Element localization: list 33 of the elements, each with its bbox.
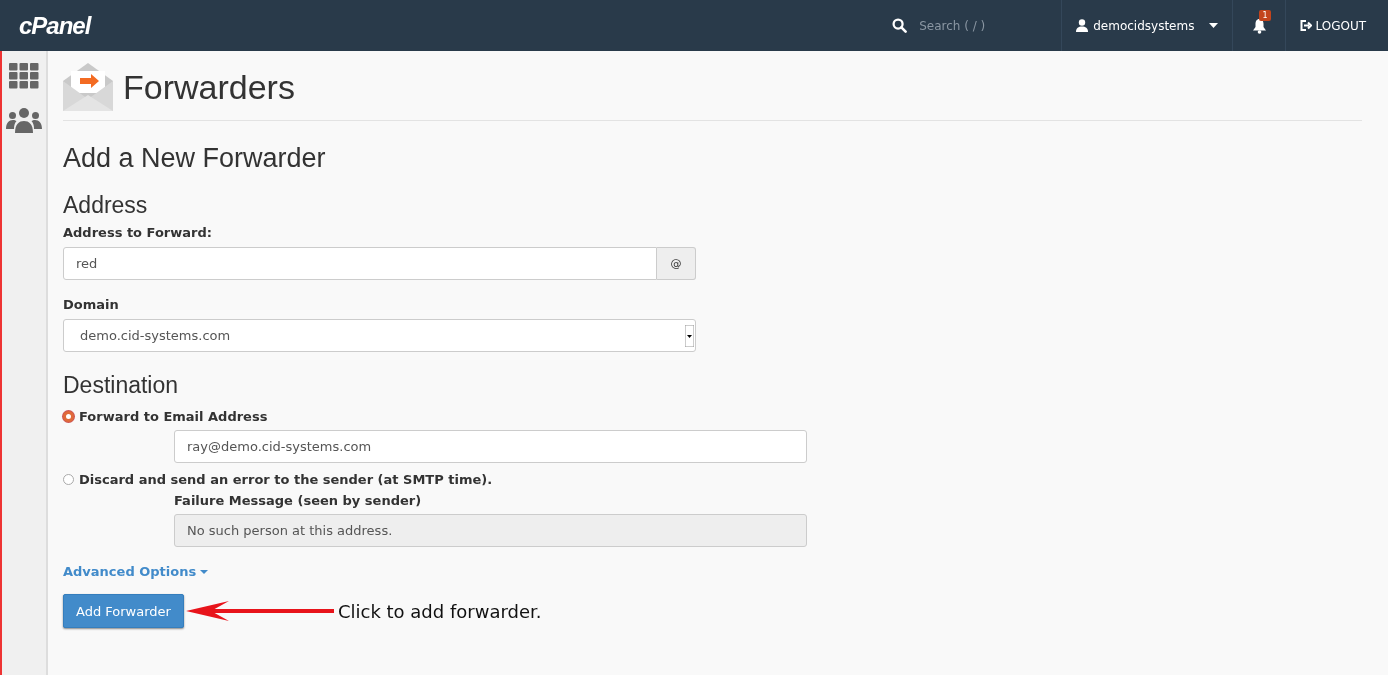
add-forwarder-button[interactable]: Add Forwarder	[63, 594, 184, 628]
field-label: Domain	[63, 297, 119, 312]
notification-badge: 1	[1259, 10, 1271, 21]
radio-button[interactable]	[63, 411, 74, 422]
grid-icon[interactable]	[9, 63, 39, 89]
radio-label: Discard and send an error to the sender (at SMTP time).	[79, 472, 493, 487]
username: democidsystems	[1093, 18, 1195, 33]
caret-icon	[685, 324, 694, 347]
user-icon	[1076, 19, 1089, 32]
at-addon: @	[657, 247, 696, 280]
domain-select[interactable]: demo.cid-systems.com	[63, 319, 696, 352]
logo[interactable]: cPanel	[19, 11, 91, 40]
email-input[interactable]: ray@demo.cid-systems.com	[174, 430, 807, 463]
search-field[interactable]: Search ( / )	[917, 17, 1042, 34]
envelope-icon	[63, 63, 113, 111]
logout-icon	[1300, 20, 1313, 31]
annotation-text: Click to add forwarder.	[337, 600, 542, 622]
field-label: Failure Message (seen by sender)	[174, 493, 423, 508]
logout-button[interactable]: LOGOUT	[1286, 18, 1388, 33]
radio-button[interactable]	[63, 474, 74, 485]
page-title: Forwarders	[123, 67, 295, 107]
caret-icon	[1209, 23, 1219, 28]
user-menu[interactable]: democidsystems	[1061, 0, 1234, 51]
address-heading: Address	[63, 192, 148, 219]
users-icon[interactable]	[6, 107, 42, 133]
caret-icon	[200, 569, 209, 574]
search-icon	[892, 18, 908, 33]
field-label: Address to Forward:	[63, 225, 212, 240]
address-input[interactable]: red	[63, 247, 657, 280]
section-heading: Add a New Forwarder	[63, 143, 326, 174]
destination-heading: Destination	[63, 372, 179, 399]
bell-icon[interactable]	[1251, 17, 1267, 34]
radio-label: Forward to Email Address	[79, 409, 268, 424]
